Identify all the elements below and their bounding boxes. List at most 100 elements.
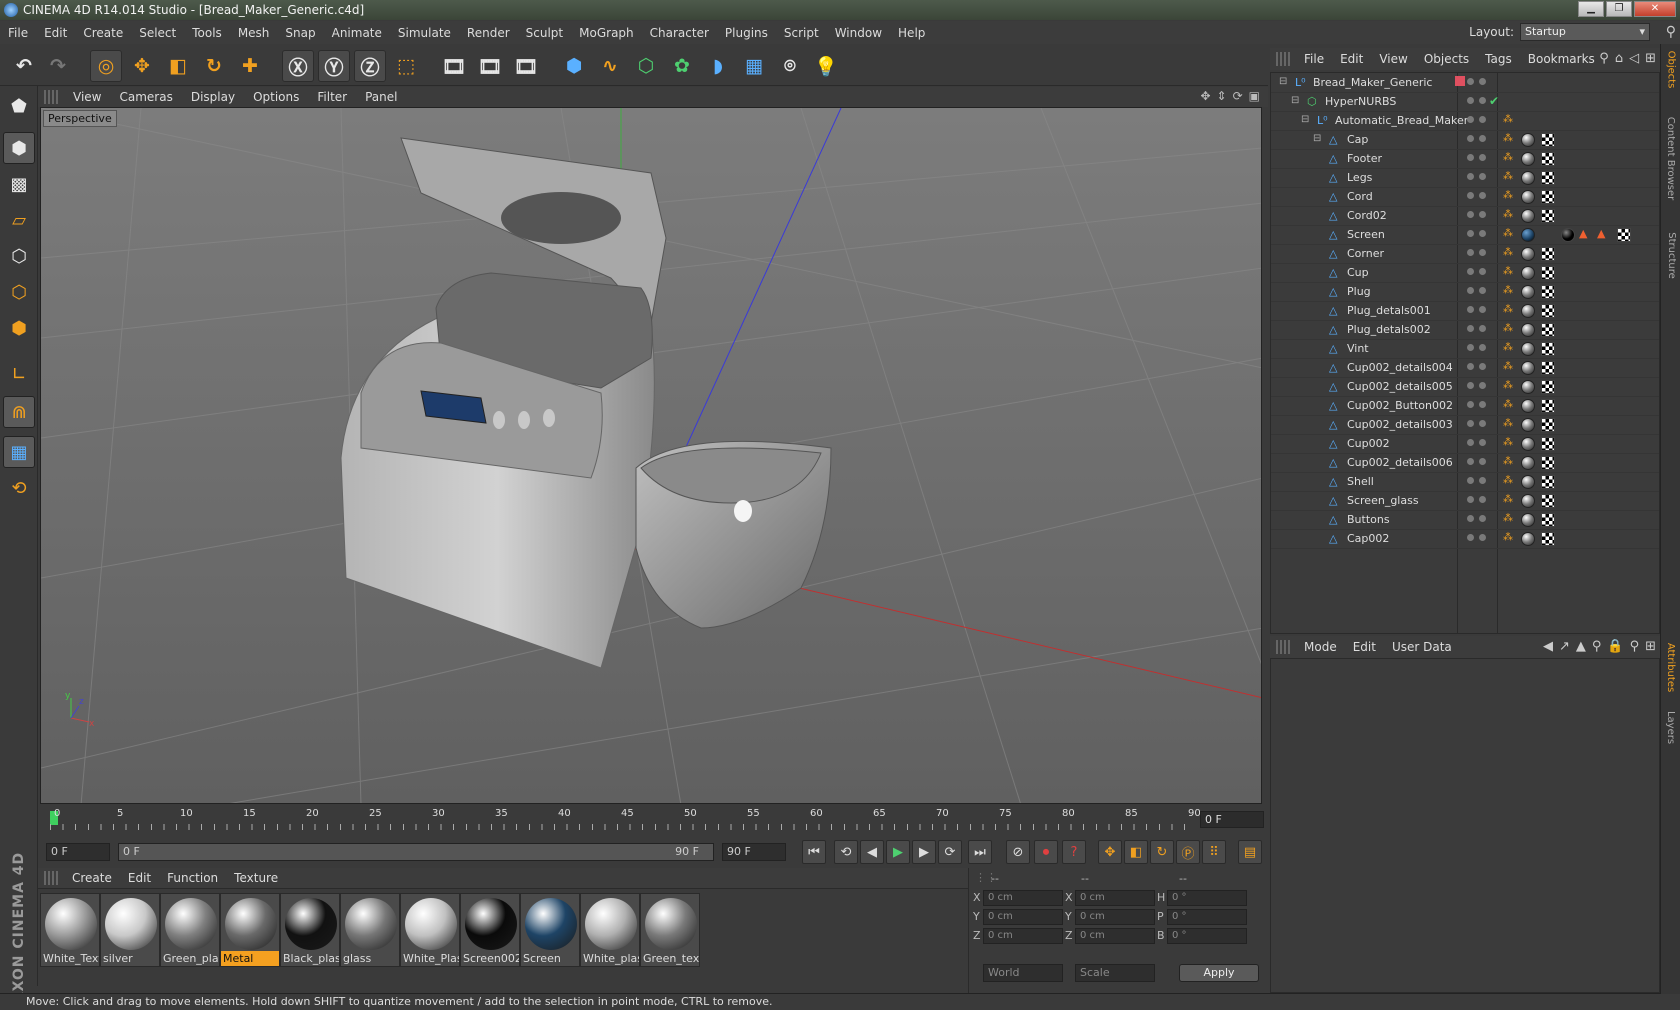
object-menu-view[interactable]: View [1371, 52, 1415, 66]
viewport-menu-filter[interactable]: Filter [308, 90, 356, 104]
texture-tag-icon[interactable] [1541, 342, 1555, 356]
render-visibility-dot[interactable] [1479, 306, 1486, 313]
render-visibility-dot[interactable] [1479, 363, 1486, 370]
render-visibility-dot[interactable] [1479, 78, 1486, 85]
editor-visibility-dot[interactable] [1467, 211, 1474, 218]
z-axis-lock-icon[interactable]: Ⓩ [354, 50, 386, 82]
texture-tag-icon[interactable] [1541, 513, 1555, 527]
render-visibility-dot[interactable] [1479, 173, 1486, 180]
deformer-icon[interactable]: ◗ [702, 50, 734, 82]
editor-visibility-dot[interactable] [1467, 192, 1474, 199]
timeline-window-icon[interactable]: ▤ [1238, 840, 1262, 864]
phong-tag-icon[interactable]: ⁂ [1503, 342, 1513, 353]
texture-tag-icon[interactable] [1541, 152, 1555, 166]
texture-mode-icon[interactable]: ▩ [3, 168, 35, 200]
render-visibility-dot[interactable] [1479, 135, 1486, 142]
object-row[interactable]: △ Footer ⁂ [1271, 149, 1659, 169]
material-menu-texture[interactable]: Texture [226, 871, 286, 885]
render-visibility-dot[interactable] [1479, 211, 1486, 218]
material-tag-icon[interactable] [1521, 399, 1535, 413]
menu-animate[interactable]: Animate [324, 26, 390, 40]
scale-tool-icon[interactable]: ◧ [162, 50, 194, 82]
editor-visibility-dot[interactable] [1467, 78, 1474, 85]
phong-tag-icon[interactable]: ⁂ [1503, 171, 1513, 182]
texture-tag-icon[interactable] [1541, 266, 1555, 280]
phong-tag-icon[interactable]: ⁂ [1503, 190, 1513, 201]
recent-tool-icon[interactable]: ✚ [234, 50, 266, 82]
material-tag-icon[interactable] [1521, 247, 1535, 261]
editor-visibility-dot[interactable] [1467, 401, 1474, 408]
object-row[interactable]: △ Cup002_details004 ⁂ [1271, 358, 1659, 378]
material-swatch[interactable]: silver [100, 893, 160, 967]
menu-edit[interactable]: Edit [36, 26, 75, 40]
render-visibility-dot[interactable] [1479, 230, 1486, 237]
texture-tag-icon[interactable] [1541, 456, 1555, 470]
material-tag-icon[interactable] [1521, 190, 1535, 204]
viewport-menu-display[interactable]: Display [182, 90, 244, 104]
warning-tag-icon[interactable]: ▲ [1579, 227, 1587, 240]
editor-visibility-dot[interactable] [1467, 173, 1474, 180]
texture-tag-icon[interactable] [1541, 247, 1555, 261]
key-rotation-icon[interactable]: ↻ [1150, 840, 1174, 864]
y-axis-lock-icon[interactable]: Ⓨ [318, 50, 350, 82]
tab-content-browser[interactable]: Content Browser [1663, 100, 1679, 216]
next-key-icon[interactable]: ⟳ [938, 840, 962, 864]
material-tag-icon[interactable] [1521, 152, 1535, 166]
object-row[interactable]: △ Shell ⁂ [1271, 472, 1659, 492]
new-window-icon[interactable]: ⊞ [1645, 51, 1656, 66]
render-visibility-dot[interactable] [1479, 420, 1486, 427]
x-axis-lock-icon[interactable]: Ⓧ [282, 50, 314, 82]
minimize-button[interactable]: ▁ [1578, 1, 1604, 17]
make-editable-icon[interactable]: ⬟ [3, 90, 35, 122]
editor-visibility-dot[interactable] [1467, 534, 1474, 541]
texture-tag-icon[interactable] [1541, 437, 1555, 451]
material-menu-function[interactable]: Function [159, 871, 226, 885]
render-visibility-dot[interactable] [1479, 534, 1486, 541]
grip-handle[interactable] [1276, 52, 1290, 66]
texture-tag-icon[interactable] [1541, 323, 1555, 337]
render-view-icon[interactable]: 🎞 [438, 50, 470, 82]
phong-tag-icon[interactable]: ⁂ [1503, 475, 1513, 486]
layer-color-swatch[interactable] [1455, 76, 1465, 86]
texture-tag-icon[interactable] [1541, 285, 1555, 299]
warning-tag-icon[interactable]: ▲ [1597, 227, 1605, 240]
lock-icon[interactable]: 🔒 [1607, 639, 1623, 654]
render-visibility-dot[interactable] [1479, 515, 1486, 522]
viewport-menu-options[interactable]: Options [244, 90, 308, 104]
render-visibility-dot[interactable] [1479, 496, 1486, 503]
key-parameter-icon[interactable]: Ⓟ [1176, 840, 1200, 864]
material-menu-create[interactable]: Create [64, 871, 120, 885]
light-icon[interactable]: 💡 [810, 50, 842, 82]
floor-icon[interactable]: ▦ [738, 50, 770, 82]
material-swatch[interactable]: glass [340, 893, 400, 967]
phong-tag-icon[interactable]: ⁂ [1503, 456, 1513, 467]
edges-mode-icon[interactable]: ⬡ [3, 276, 35, 308]
coord-value-field[interactable]: 0 ° [1167, 928, 1247, 944]
phong-tag-icon[interactable]: ⁂ [1503, 247, 1513, 258]
object-row[interactable]: ⬡ ⊟ HyperNURBS ✔ [1271, 92, 1659, 112]
object-row[interactable]: △ Cup002_Button002 ⁂ [1271, 396, 1659, 416]
menu-simulate[interactable]: Simulate [390, 26, 459, 40]
workplane-mode-icon[interactable]: ▱ [3, 204, 35, 236]
record-active-icon[interactable]: ⏺ [1034, 840, 1058, 864]
editor-visibility-dot[interactable] [1467, 230, 1474, 237]
material-tag-icon[interactable] [1521, 361, 1535, 375]
grip-handle[interactable] [44, 871, 58, 885]
material-tag-icon[interactable] [1521, 418, 1535, 432]
next-frame-icon[interactable]: ▶ [912, 840, 936, 864]
phong-tag-icon[interactable]: ⁂ [1503, 133, 1513, 144]
phong-tag-icon[interactable]: ⁂ [1503, 380, 1513, 391]
coord-value-field[interactable]: 0 cm [1075, 928, 1155, 944]
render-visibility-dot[interactable] [1479, 344, 1486, 351]
expand-toggle-icon[interactable]: ⊟ [1291, 95, 1299, 106]
pan-icon[interactable]: ✥ [1200, 89, 1210, 103]
texture-tag-icon[interactable] [1541, 133, 1555, 147]
record-disabled-icon[interactable]: ⊘ [1006, 840, 1030, 864]
phong-tag-icon[interactable]: ⁂ [1503, 152, 1513, 163]
texture-tag-icon[interactable] [1541, 304, 1555, 318]
material-swatch[interactable]: Metal [220, 893, 280, 967]
render-picture-viewer-icon[interactable]: 🎞 [474, 50, 506, 82]
render-visibility-dot[interactable] [1479, 192, 1486, 199]
goto-end-icon[interactable]: ⏭ [968, 840, 992, 864]
viewport-menu-panel[interactable]: Panel [356, 90, 406, 104]
